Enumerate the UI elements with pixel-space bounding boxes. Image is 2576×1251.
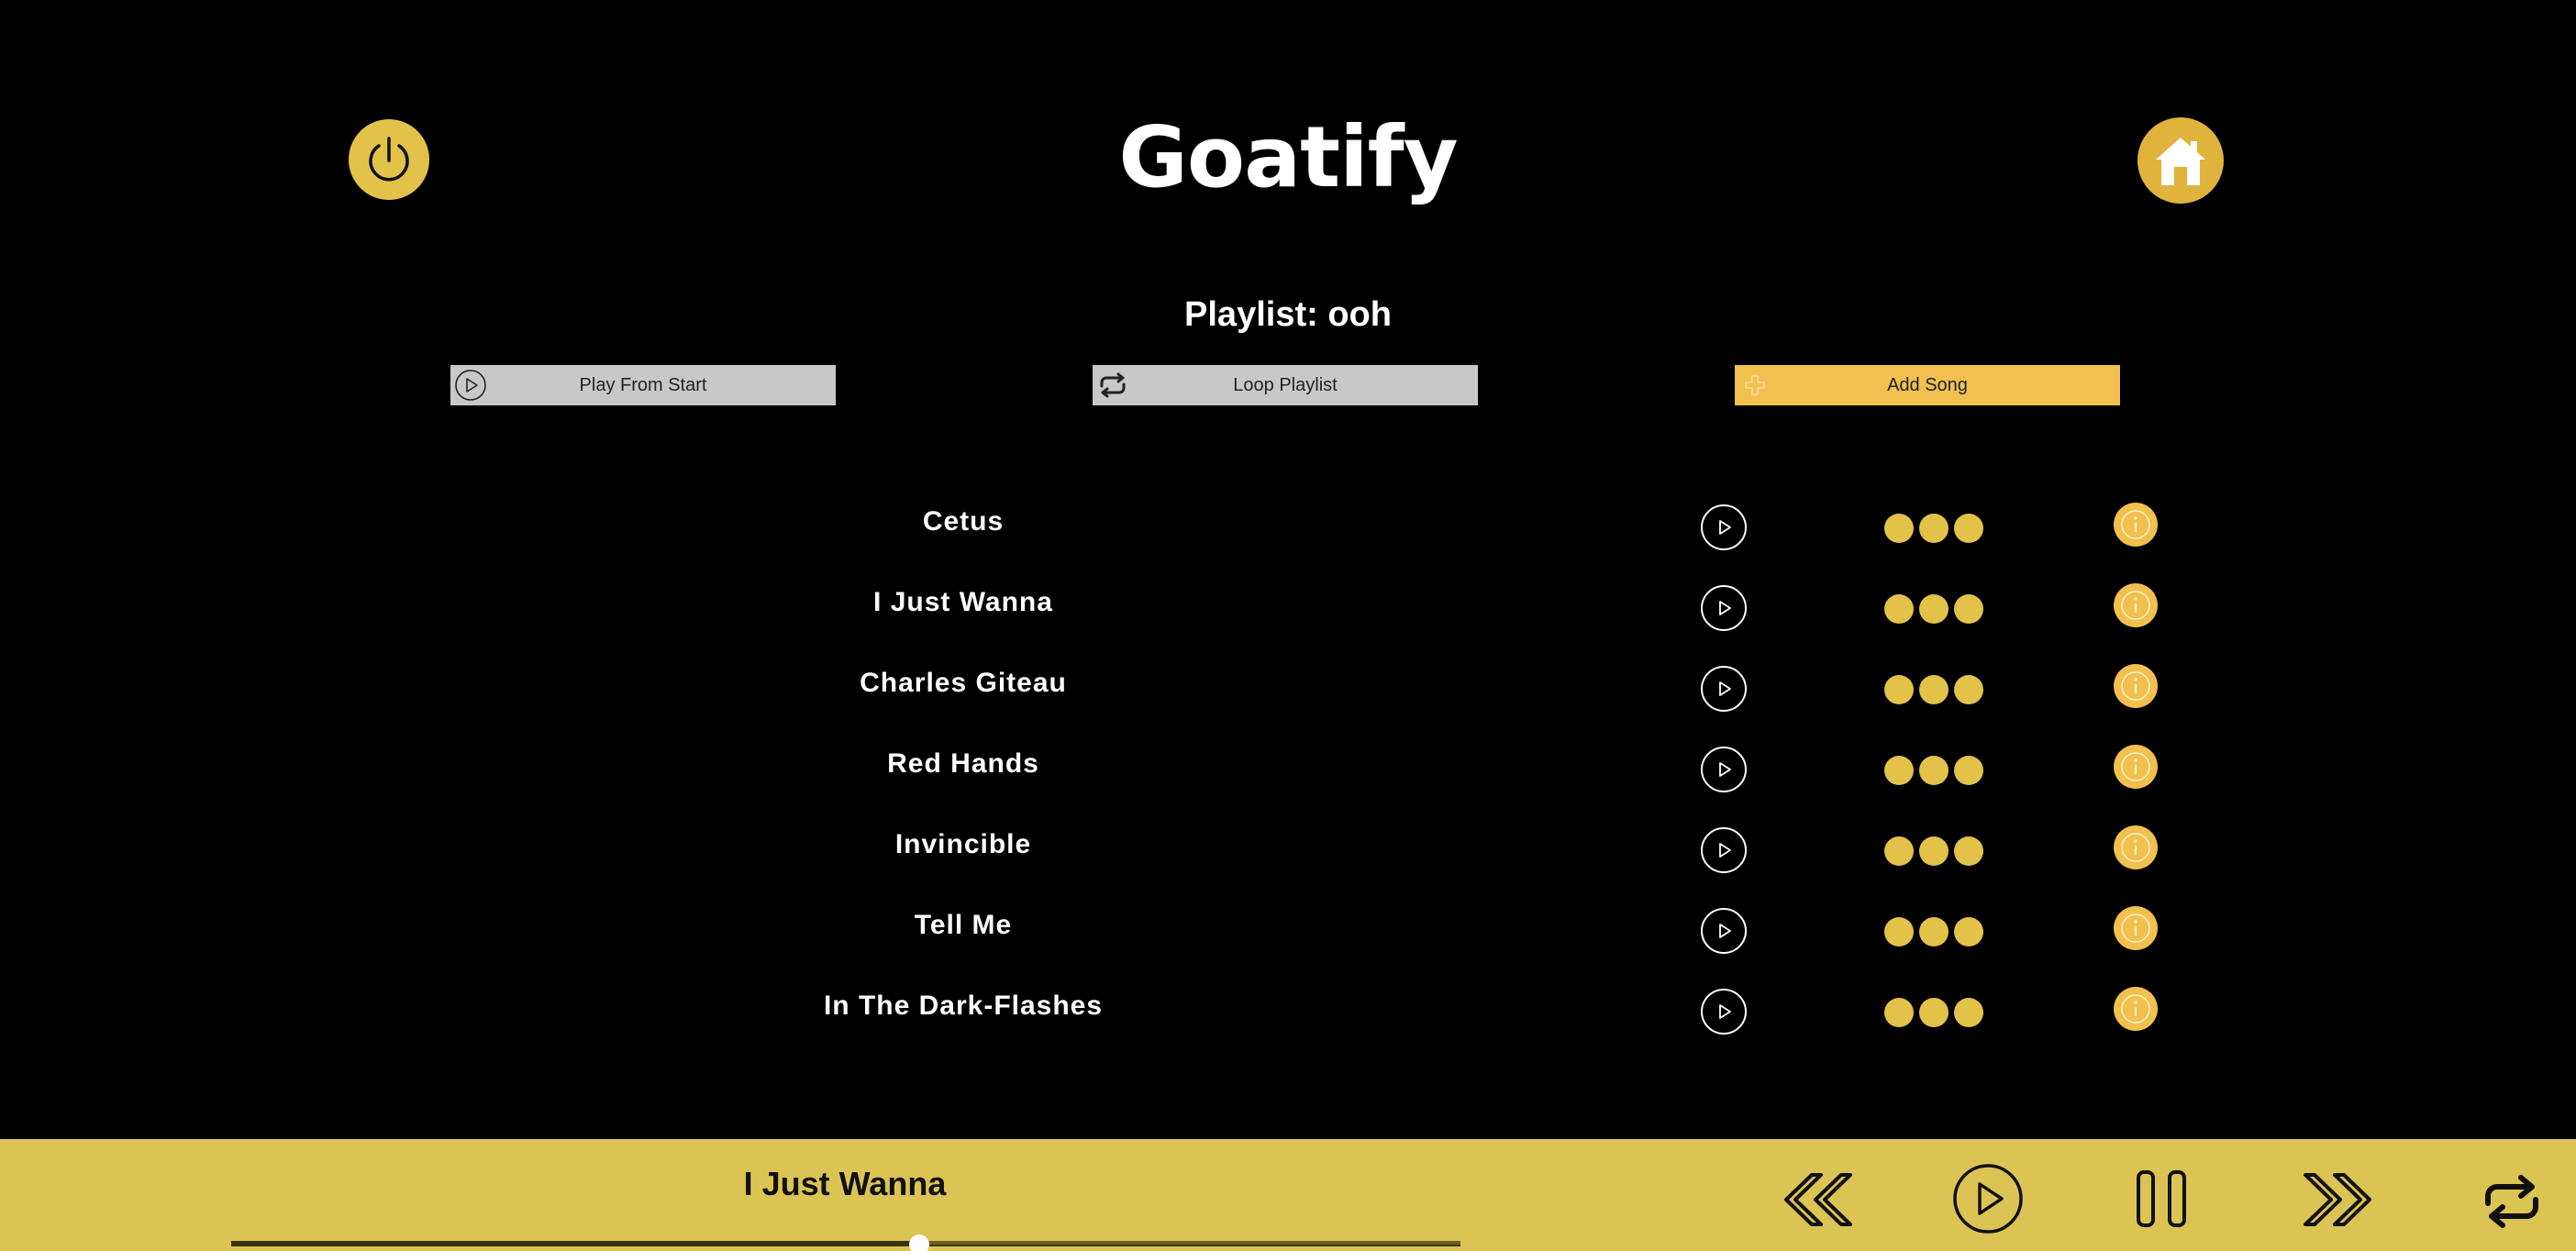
more-dot-icon	[1884, 756, 1914, 785]
song-play-button[interactable]	[1701, 504, 1747, 550]
play-icon	[1719, 843, 1731, 858]
loop-icon	[2485, 1175, 2538, 1228]
more-dot-icon	[1954, 594, 1983, 624]
song-list: Cetus I Just Wanna Charles Giteau Red Ha…	[0, 486, 2576, 1051]
info-icon	[2121, 752, 2150, 781]
more-options-button[interactable]	[1884, 675, 1983, 704]
song-info-button[interactable]	[2114, 825, 2158, 869]
more-dot-icon	[1884, 675, 1914, 704]
more-options-button[interactable]	[1884, 836, 1983, 866]
more-dot-icon	[1919, 675, 1949, 704]
loop-playlist-label: Loop Playlist	[1233, 374, 1338, 395]
song-play-button[interactable]	[1701, 747, 1747, 792]
more-dot-icon	[1919, 917, 1949, 947]
play-icon	[1719, 924, 1731, 938]
song-title: I Just Wanna	[873, 587, 1053, 617]
info-icon	[2121, 591, 2150, 620]
song-row: Cetus	[0, 486, 2576, 567]
song-title: In The Dark-Flashes	[823, 991, 1104, 1021]
more-dot-icon	[1919, 594, 1949, 624]
rewind-icon	[1784, 1173, 1852, 1226]
now-playing-title: I Just Wanna	[743, 1165, 947, 1202]
info-icon	[2121, 913, 2150, 943]
song-title: Invincible	[894, 829, 1032, 859]
song-title: Cetus	[922, 506, 1005, 537]
more-dot-icon	[1919, 514, 1949, 543]
song-info-button[interactable]	[2114, 987, 2158, 1031]
player-play-button[interactable]	[1950, 1161, 2026, 1236]
more-dot-icon	[1919, 836, 1949, 866]
play-from-start-button[interactable]: Play From Start	[450, 365, 836, 405]
more-dot-icon	[1954, 917, 1983, 947]
info-icon	[2121, 510, 2150, 539]
player-loop-button[interactable]	[2477, 1172, 2547, 1231]
song-row: Charles Giteau	[0, 648, 2576, 728]
more-dot-icon	[1954, 675, 1983, 704]
more-dot-icon	[1884, 514, 1914, 543]
progress-thumb[interactable]	[909, 1234, 930, 1251]
home-icon	[2156, 138, 2205, 185]
play-icon	[1719, 520, 1731, 535]
play-icon	[1719, 681, 1731, 696]
more-dot-icon	[1954, 836, 1983, 866]
song-info-button[interactable]	[2114, 583, 2158, 627]
more-options-button[interactable]	[1884, 514, 1983, 543]
song-row: I Just Wanna	[0, 567, 2576, 648]
more-dot-icon	[1884, 998, 1914, 1027]
song-row: Invincible	[0, 809, 2576, 890]
plus-icon	[1735, 365, 1775, 405]
more-dot-icon	[1919, 998, 1949, 1027]
loop-playlist-button[interactable]: Loop Playlist	[1093, 365, 1478, 405]
more-dot-icon	[1884, 594, 1914, 624]
more-dot-icon	[1919, 756, 1949, 785]
play-icon	[1719, 601, 1731, 615]
playlist-heading: Playlist: ooh	[1184, 295, 1392, 334]
pause-icon	[2137, 1170, 2186, 1227]
more-dot-icon	[1954, 998, 1983, 1027]
song-info-button[interactable]	[2114, 745, 2158, 789]
song-play-button[interactable]	[1701, 989, 1747, 1035]
home-button[interactable]	[2137, 117, 2224, 204]
play-circle-icon	[450, 365, 491, 405]
more-dot-icon	[1884, 917, 1914, 947]
more-dot-icon	[1954, 756, 1983, 785]
song-play-button[interactable]	[1701, 908, 1747, 954]
add-song-button[interactable]: Add Song	[1735, 365, 2120, 405]
song-info-button[interactable]	[2114, 906, 2158, 950]
song-info-button[interactable]	[2114, 503, 2158, 547]
loop-icon	[1093, 365, 1133, 405]
progress-fill	[231, 1241, 920, 1245]
song-title: Red Hands	[887, 748, 1039, 779]
add-song-label: Add Song	[1887, 374, 1968, 395]
rewind-button[interactable]	[1772, 1167, 1857, 1233]
song-row: In The Dark-Flashes	[0, 970, 2576, 1051]
more-options-button[interactable]	[1884, 917, 1983, 947]
song-row: Tell Me	[0, 890, 2576, 970]
pause-button[interactable]	[2134, 1167, 2189, 1231]
more-options-button[interactable]	[1884, 998, 1983, 1027]
song-play-button[interactable]	[1701, 827, 1747, 873]
progress-bar[interactable]	[231, 1234, 1460, 1251]
more-options-button[interactable]	[1884, 756, 1983, 785]
info-icon	[2121, 833, 2150, 862]
fast-forward-icon	[2304, 1173, 2371, 1226]
more-dot-icon	[1884, 836, 1914, 866]
song-play-button[interactable]	[1701, 666, 1747, 712]
player-bar: I Just Wanna	[0, 1139, 2576, 1251]
more-options-button[interactable]	[1884, 594, 1983, 624]
fast-forward-button[interactable]	[2299, 1167, 2383, 1233]
play-icon	[1719, 762, 1731, 777]
song-play-button[interactable]	[1701, 585, 1747, 631]
song-title: Tell Me	[914, 910, 1013, 940]
song-title: Charles Giteau	[860, 668, 1067, 698]
more-dot-icon	[1954, 514, 1983, 543]
info-icon	[2121, 671, 2150, 701]
play-from-start-label: Play From Start	[579, 374, 707, 395]
play-circle-icon	[1953, 1164, 2023, 1234]
song-row: Red Hands	[0, 728, 2576, 809]
song-info-button[interactable]	[2114, 664, 2158, 708]
play-icon	[1719, 1004, 1731, 1019]
info-icon	[2121, 994, 2150, 1024]
